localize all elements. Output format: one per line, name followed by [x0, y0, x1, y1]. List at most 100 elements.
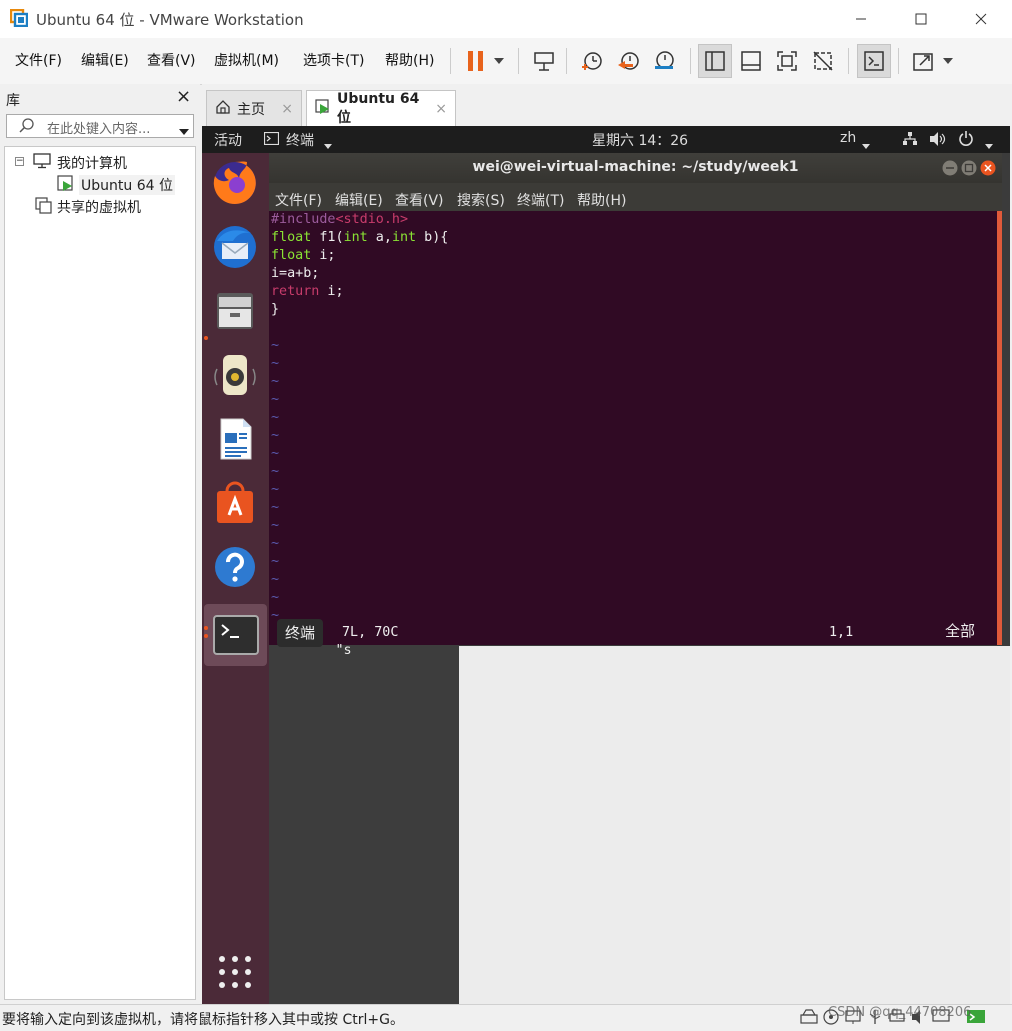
menu-help[interactable]: 帮助(H) [385, 50, 434, 70]
vim-tilde: ~ [271, 410, 280, 425]
window-title-bar: Ubuntu 64 位 - VMware Workstation [0, 0, 1012, 39]
vim-tilde: ~ [271, 374, 280, 389]
send-ctrl-alt-del-icon[interactable] [527, 44, 561, 78]
stretch-dropdown-icon[interactable] [934, 44, 962, 78]
terminal-menu-view[interactable]: 查看(V) [395, 190, 444, 210]
network-icon[interactable] [902, 131, 918, 151]
vim-tilde: ~ [271, 464, 280, 479]
ubuntu-software-icon[interactable] [208, 476, 262, 530]
clock[interactable]: 星期六 14：26 [592, 130, 688, 150]
watermark: CSDN @qq_44708206 [828, 1005, 972, 1020]
app-menu-terminal[interactable]: 终端 [286, 130, 314, 150]
power-icon[interactable] [958, 130, 974, 150]
code-token: return [271, 284, 320, 299]
menu-view[interactable]: 查看(V) [147, 50, 196, 70]
tab-ubuntu-label: Ubuntu 64 位 [337, 90, 420, 126]
firefox-icon[interactable] [208, 156, 262, 210]
tab-close-icon[interactable]: × [435, 101, 447, 117]
snapshot-manager-icon[interactable] [647, 44, 681, 78]
terminal-body[interactable]: #include<stdio.h> float f1(int a,int b){f… [269, 211, 997, 658]
library-search-box[interactable]: 在此处键入内容... [6, 114, 194, 138]
code-token: int [391, 230, 417, 245]
activities-button[interactable]: 活动 [214, 130, 242, 150]
code-token: #include [271, 212, 336, 227]
close-button[interactable] [958, 0, 1004, 38]
terminal-minimize-button[interactable] [942, 160, 958, 180]
input-method-indicator[interactable]: zh [840, 130, 856, 146]
vim-status-filename: "s [335, 643, 352, 658]
toolbar-separator [450, 48, 451, 74]
snapshot-icon[interactable] [575, 44, 609, 78]
collapse-toggle[interactable]: − [15, 157, 24, 166]
code-line: float f1(int a,int b){ [271, 229, 448, 247]
terminal-maximize-button[interactable] [961, 160, 977, 180]
menu-edit[interactable]: 编辑(E) [81, 50, 129, 70]
libreoffice-writer-icon[interactable] [208, 412, 262, 466]
tab-close-icon[interactable]: × [281, 101, 293, 117]
terminal-scrollbar[interactable] [997, 211, 1002, 645]
fullscreen-icon[interactable] [770, 44, 804, 78]
thunderbird-icon[interactable] [208, 220, 262, 274]
terminal-menu-bar: 文件(F) 编辑(E) 查看(V) 搜索(S) 终端(T) 帮助(H) [269, 183, 1002, 211]
console-icon[interactable] [857, 44, 891, 78]
vm-running-icon [57, 175, 75, 197]
code-line: i=a+b; [271, 265, 319, 283]
unity-icon[interactable] [806, 44, 840, 78]
status-message: 要将输入定向到该虚拟机，请将鼠标指针移入其中或按 Ctrl+G。 [2, 1012, 404, 1028]
thumbnail-view-icon[interactable] [734, 44, 768, 78]
code-token: f1( [311, 230, 344, 245]
computer-icon [33, 153, 51, 173]
code-line: float i; [271, 247, 336, 265]
minimize-button[interactable] [838, 0, 884, 38]
menu-file[interactable]: 文件(F) [15, 50, 62, 70]
input-method-dropdown-icon [862, 137, 870, 153]
terminal-dock-icon[interactable] [204, 604, 267, 666]
toolbar-separator [848, 48, 849, 74]
code-token: i; [319, 284, 344, 299]
window-title: Ubuntu 64 位 - VMware Workstation [36, 11, 304, 29]
running-indicator [204, 336, 208, 340]
terminal-menu-help[interactable]: 帮助(H) [577, 190, 626, 210]
vim-tilde: ~ [271, 572, 280, 587]
menu-tabs[interactable]: 选项卡(T) [303, 50, 364, 70]
code-token: i; [311, 248, 336, 263]
terminal-menu-edit[interactable]: 编辑(E) [335, 190, 383, 210]
revert-snapshot-icon[interactable] [611, 44, 645, 78]
terminal-menu-terminal[interactable]: 终端(T) [517, 190, 564, 210]
terminal-title-bar[interactable]: wei@wei-virtual-machine: ~/study/week1 [269, 153, 1002, 183]
tree-item-shared-vms[interactable]: 共享的虚拟机 [57, 197, 141, 217]
code-token: float [271, 248, 312, 263]
help-icon[interactable] [208, 540, 262, 594]
vmware-logo-icon [9, 8, 29, 28]
terminal-title: wei@wei-virtual-machine: ~/study/week1 [472, 159, 799, 175]
code-line: #include<stdio.h> [271, 211, 408, 229]
terminal-close-button[interactable] [980, 160, 996, 180]
show-applications-icon[interactable] [218, 955, 252, 993]
library-close-button[interactable]: × [176, 86, 191, 107]
library-title: 库 [6, 93, 20, 109]
tab-home[interactable]: 主页 × [206, 90, 302, 126]
rhythmbox-icon[interactable] [208, 348, 262, 402]
vm-console[interactable]: 活动 终端 星期六 14：26 zh wei@wei-virtual-machi… [202, 126, 1010, 1004]
search-dropdown-icon[interactable] [179, 123, 189, 139]
pause-dropdown-icon[interactable] [485, 44, 513, 78]
hard-disk-icon[interactable] [800, 1009, 818, 1029]
status-bar: 要将输入定向到该虚拟机，请将鼠标指针移入其中或按 Ctrl+G。 CSDN @q… [0, 1004, 1012, 1031]
tree-item-ubuntu-vm[interactable]: Ubuntu 64 位 [79, 175, 175, 195]
code-token: } [271, 302, 280, 317]
tab-home-label: 主页 [237, 101, 265, 118]
terminal-menu-file[interactable]: 文件(F) [275, 190, 322, 210]
ubuntu-top-bar: 活动 终端 星期六 14：26 zh [202, 126, 1010, 153]
vim-tilde: ~ [271, 518, 280, 533]
code-token: b){ [416, 230, 449, 245]
menu-vm[interactable]: 虚拟机(M) [214, 50, 279, 70]
terminal-menu-search[interactable]: 搜索(S) [457, 190, 505, 210]
volume-icon[interactable] [929, 131, 947, 151]
tree-item-my-computer[interactable]: 我的计算机 [57, 153, 127, 173]
tab-ubuntu[interactable]: Ubuntu 64 位 × [306, 90, 456, 126]
system-menu-dropdown-icon [985, 137, 993, 153]
library-view-icon[interactable] [698, 44, 732, 78]
files-icon[interactable] [208, 284, 262, 338]
maximize-button[interactable] [898, 0, 944, 38]
desktop-background-light [459, 646, 1010, 1004]
